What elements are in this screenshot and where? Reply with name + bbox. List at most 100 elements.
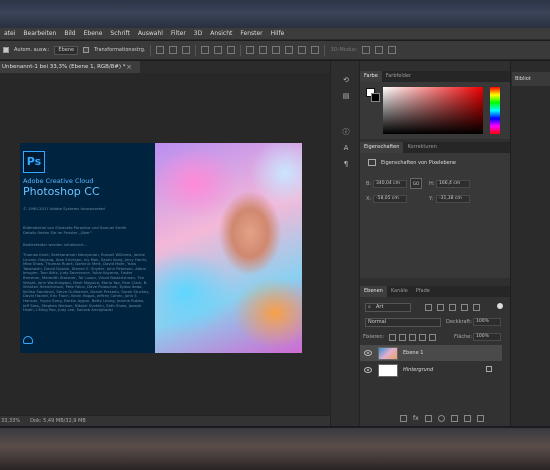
x-field[interactable]: -58,05 cm [373, 195, 407, 203]
layer-row[interactable]: Hintergrund [360, 362, 502, 378]
filter-smart-object-icon[interactable] [473, 304, 480, 311]
align-top-icon[interactable] [156, 46, 165, 54]
align-center-icon[interactable] [214, 46, 223, 54]
align-right-icon[interactable] [227, 46, 236, 54]
distribute-center-icon[interactable] [298, 46, 307, 54]
lock-all-icon[interactable] [429, 334, 436, 341]
layer-name: Ebene 1 [403, 350, 424, 356]
info-icon[interactable]: ⓘ [342, 128, 350, 136]
filter-shape-icon[interactable] [461, 304, 468, 311]
menu-ansicht[interactable]: Ansicht [206, 30, 236, 37]
fill-field[interactable]: 100% [473, 333, 501, 341]
align-middle-icon[interactable] [169, 46, 178, 54]
y-field[interactable]: -31,38 cm [436, 195, 470, 203]
splash-copyright: © 1990-2017 Adobe Systems Incorporated [23, 206, 105, 211]
photoshop-logo: Ps [23, 151, 45, 173]
menu-schrift[interactable]: Schrift [106, 30, 133, 37]
distribute-middle-icon[interactable] [259, 46, 268, 54]
add-mask-icon[interactable] [424, 414, 432, 422]
menu-ebene[interactable]: Ebene [80, 30, 107, 37]
auto-select-checkbox[interactable] [3, 47, 9, 53]
distribute-right-icon[interactable] [311, 46, 320, 54]
visibility-eye-icon[interactable] [364, 350, 372, 356]
lock-icon [486, 366, 492, 372]
lock-artboard-icon[interactable] [419, 334, 426, 341]
opacity-label: Deckkraft: [446, 319, 472, 325]
splash-info-panel: Ps Adobe Creative Cloud Photoshop CC © 1… [20, 143, 155, 353]
tab-eigenschaften[interactable]: Eigenschaften [360, 142, 404, 153]
align-left-icon[interactable] [201, 46, 210, 54]
layer-filter-dropdown[interactable]: ⌕ Art [365, 303, 411, 312]
align-bottom-icon[interactable] [182, 46, 191, 54]
menu-bild[interactable]: Bild [60, 30, 79, 37]
lock-position-icon[interactable] [409, 334, 416, 341]
properties-icon[interactable]: ▤ [342, 92, 350, 100]
splash-brand: Adobe Creative Cloud [23, 177, 94, 185]
layer-style-icon[interactable]: fx [413, 415, 419, 422]
divider [195, 44, 197, 56]
search-icon: ⌕ [368, 304, 371, 310]
3d-roll-icon[interactable] [375, 46, 384, 54]
menu-auswahl[interactable]: Auswahl [134, 30, 167, 37]
status-bar: 33,33% Dok: 5,49 MB/32,9 MB [0, 415, 330, 426]
tab-farbe[interactable]: Farbe [360, 71, 382, 82]
history-icon[interactable]: ⟲ [342, 76, 350, 84]
menu-bearbeiten[interactable]: Bearbeiten [19, 30, 60, 37]
layer-name: Hintergrund [403, 367, 434, 373]
options-bar: Autom. ausw.: Ebene Transformationsstrg.… [0, 41, 550, 60]
background-color-swatch[interactable] [371, 93, 380, 102]
menu-3d[interactable]: 3D [190, 30, 206, 37]
delete-layer-icon[interactable] [476, 414, 484, 422]
tab-korrekturen[interactable]: Korrekturen [403, 142, 440, 153]
document-size[interactable]: Dok: 5,49 MB/32,9 MB [30, 418, 86, 424]
tab-farbfelder[interactable]: Farbfelder [382, 71, 415, 82]
fill-label: Fläche: [454, 334, 473, 340]
layers-footer: fx [360, 412, 510, 424]
layer-filter-value: Art [376, 304, 384, 310]
new-group-icon[interactable] [450, 414, 458, 422]
character-icon[interactable]: A [342, 144, 350, 152]
filter-pixel-icon[interactable] [425, 304, 432, 311]
menu-fenster[interactable]: Fenster [236, 30, 266, 37]
libraries-tab[interactable]: Bibliot [512, 72, 550, 86]
filter-type-icon[interactable] [449, 304, 456, 311]
distribute-top-icon[interactable] [246, 46, 255, 54]
distribute-bottom-icon[interactable] [272, 46, 281, 54]
3d-mode-label: 3D-Modus: [330, 47, 358, 53]
lock-pixels-icon[interactable] [399, 334, 406, 341]
menu-hilfe[interactable]: Hilfe [267, 30, 289, 37]
3d-drag-icon[interactable] [388, 46, 397, 54]
document-tab[interactable]: Unbenannt-1 bei 33,3% (Ebene 1, RGB/8#) … [0, 61, 140, 73]
layer-row[interactable]: Ebene 1 [360, 345, 502, 361]
height-field[interactable]: 166,4 cm [436, 180, 470, 188]
hue-slider[interactable] [490, 87, 500, 134]
pixel-layer-icon [368, 159, 376, 166]
tab-kanaele[interactable]: Kanäle [387, 286, 412, 297]
transform-controls-checkbox[interactable] [83, 47, 90, 53]
filter-adjustment-icon[interactable] [437, 304, 444, 311]
auto-select-label: Autom. ausw.: [14, 47, 50, 53]
opacity-field[interactable]: 100% [473, 318, 501, 326]
menu-filter[interactable]: Filter [167, 30, 190, 37]
menu-datei[interactable]: atei [0, 30, 19, 37]
new-layer-icon[interactable] [463, 414, 471, 422]
libraries-panel [510, 61, 550, 426]
paragraph-icon[interactable]: ¶ [342, 160, 350, 168]
filter-toggle-icon[interactable] [497, 303, 503, 309]
blend-mode-dropdown[interactable]: Normal [365, 318, 441, 327]
zoom-level[interactable]: 33,33% [1, 418, 20, 424]
link-layers-icon[interactable] [400, 414, 407, 422]
link-dimensions-icon[interactable]: GO [410, 178, 422, 189]
color-picker-field[interactable] [383, 87, 483, 134]
3d-rotate-icon[interactable] [362, 46, 371, 54]
distribute-left-icon[interactable] [285, 46, 294, 54]
tab-pfade[interactable]: Pfade [412, 286, 434, 297]
tab-ebenen[interactable]: Ebenen [360, 286, 387, 297]
lock-transparency-icon[interactable] [389, 334, 396, 341]
properties-panel-tabs: Eigenschaften Korrekturen [360, 142, 510, 153]
width-field[interactable]: 340,04 cm [373, 180, 407, 188]
close-tab-icon[interactable]: × [124, 61, 134, 73]
visibility-eye-icon[interactable] [364, 367, 372, 373]
adjustment-layer-icon[interactable] [437, 414, 445, 422]
auto-select-dropdown[interactable]: Ebene [54, 45, 79, 55]
